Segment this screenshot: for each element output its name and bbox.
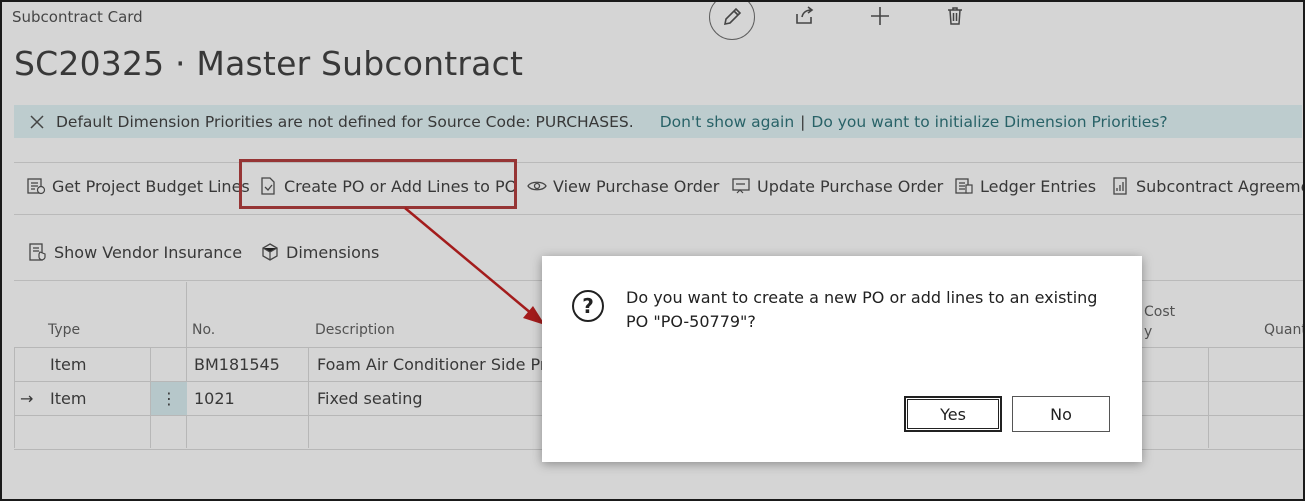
dialog-message: Do you want to create a new PO or add li… xyxy=(626,288,1098,331)
no-button[interactable]: No xyxy=(1012,396,1110,432)
question-icon: ? xyxy=(572,290,604,322)
confirm-dialog: ? Do you want to create a new PO or add … xyxy=(542,256,1142,462)
yes-button[interactable]: Yes xyxy=(904,396,1002,432)
